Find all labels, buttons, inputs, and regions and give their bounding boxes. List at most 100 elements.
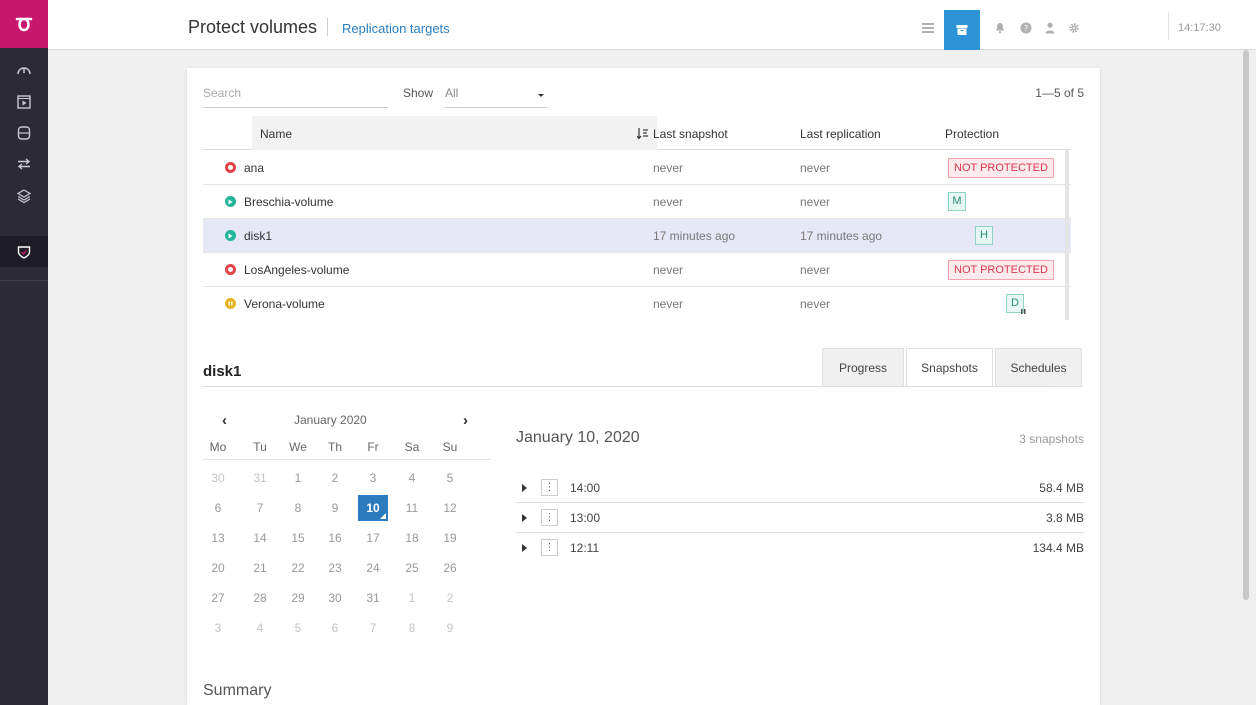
calendar-day[interactable]: 9 (320, 495, 350, 521)
calendar-day[interactable]: 1 (283, 465, 313, 491)
logo-icon (15, 17, 33, 32)
calendar-day[interactable]: 6 (320, 615, 350, 641)
user-icon (1045, 22, 1055, 34)
calendar-day[interactable]: 1 (397, 585, 427, 611)
calendar-day[interactable]: 28 (245, 585, 275, 611)
tab-snapshots[interactable]: Snapshots (906, 348, 993, 387)
sort-icon[interactable] (637, 127, 649, 139)
calendar-day[interactable]: 8 (283, 495, 313, 521)
nav-play[interactable] (0, 86, 48, 117)
kebab-menu-icon[interactable]: ⋮ (541, 479, 558, 496)
calendar-day[interactable]: 23 (320, 555, 350, 581)
calendar-day[interactable]: 22 (283, 555, 313, 581)
calendar-day[interactable]: 18 (397, 525, 427, 551)
table-row[interactable]: disk1 17 minutes ago 17 minutes ago H (203, 219, 1071, 253)
list-scrollbar[interactable] (1065, 150, 1069, 320)
last-replication-header[interactable]: Last replication (800, 127, 881, 141)
calendar-day[interactable]: 15 (283, 525, 313, 551)
calendar-day[interactable]: 8 (397, 615, 427, 641)
calendar-day[interactable]: 5 (435, 465, 465, 491)
search-input[interactable]: Search (203, 86, 388, 108)
replication-targets-link[interactable]: Replication targets (342, 21, 450, 36)
calendar-day[interactable]: 31 (245, 465, 275, 491)
chevron-right-icon[interactable]: › (463, 412, 468, 429)
calendar-day[interactable]: 30 (203, 465, 233, 491)
nav-replication[interactable] (0, 148, 48, 179)
calendar-day[interactable]: 12 (435, 495, 465, 521)
table-row[interactable]: LosAngeles-volume never never NOT PROTEC… (203, 253, 1071, 287)
calendar-day[interactable]: 13 (203, 525, 233, 551)
calendar-day[interactable]: 2 (435, 585, 465, 611)
archive-button[interactable] (944, 10, 980, 50)
calendar-day[interactable]: 24 (358, 555, 388, 581)
kebab-menu-icon[interactable]: ⋮ (541, 539, 558, 556)
calendar-day[interactable]: 19 (435, 525, 465, 551)
table-row[interactable]: ana never never NOT PROTECTED (203, 151, 1071, 185)
table-row[interactable]: Verona-volume never never D (203, 287, 1071, 321)
expand-icon[interactable] (522, 544, 527, 552)
calendar-day[interactable]: 3 (203, 615, 233, 641)
snapshot-time: 14:00 (570, 481, 601, 495)
kebab-menu-icon[interactable]: ⋮ (541, 509, 558, 526)
snapshot-size: 3.8 MB (1045, 511, 1084, 525)
calendar-day[interactable]: 25 (397, 555, 427, 581)
calendar-day[interactable]: 20 (203, 555, 233, 581)
chevron-left-icon[interactable]: ‹ (222, 412, 227, 429)
name-header[interactable]: Name (260, 127, 292, 141)
calendar-day[interactable]: 7 (245, 495, 275, 521)
calendar-day[interactable]: 10 (358, 495, 388, 521)
tab-progress[interactable]: Progress (822, 348, 904, 387)
calendar-day[interactable]: 11 (397, 495, 427, 521)
volume-name: LosAngeles-volume (244, 263, 350, 277)
calendar-day[interactable]: 26 (435, 555, 465, 581)
snapshot-row[interactable]: ⋮ 14:00 58.4 MB (516, 473, 1084, 503)
calendar-day[interactable]: 31 (358, 585, 388, 611)
protection-badge: NOT PROTECTED (948, 260, 1054, 280)
show-label: Show (403, 86, 434, 100)
volume-name: ana (244, 161, 265, 175)
scrollbar-thumb[interactable] (1243, 50, 1249, 600)
calendar-day[interactable]: 14 (245, 525, 275, 551)
calendar-day[interactable]: 6 (203, 495, 233, 521)
nav-storage[interactable] (0, 117, 48, 148)
calendar-day[interactable]: 17 (358, 525, 388, 551)
title-divider (327, 18, 328, 36)
last-snapshot-header[interactable]: Last snapshot (653, 127, 728, 141)
nav-protect[interactable] (0, 236, 48, 267)
calendar-day[interactable]: 2 (320, 465, 350, 491)
calendar-day[interactable]: 4 (245, 615, 275, 641)
last-replication-value: 17 minutes ago (800, 229, 883, 243)
show-filter-select[interactable]: All (445, 86, 547, 108)
calendar-day[interactable]: 4 (397, 465, 427, 491)
nav-dashboard[interactable] (0, 54, 48, 85)
expand-icon[interactable] (522, 514, 527, 522)
name-column-header[interactable] (252, 116, 657, 150)
table-row[interactable]: Breschia-volume never never M (203, 185, 1071, 219)
table-header: Name Last snapshot Last replication Prot… (203, 116, 1071, 150)
expand-icon[interactable] (522, 484, 527, 492)
top-bar: Protect volumes Replication targets ? 14… (48, 0, 1256, 50)
volume-name: disk1 (244, 229, 273, 243)
gear-icon (1069, 23, 1079, 33)
calendar-day[interactable]: 30 (320, 585, 350, 611)
calendar-day[interactable]: 7 (358, 615, 388, 641)
settings-button[interactable] (1056, 10, 1092, 46)
list-view-button[interactable] (910, 10, 946, 46)
nav-layers[interactable] (0, 180, 48, 211)
calendar-day[interactable]: 16 (320, 525, 350, 551)
calendar-day[interactable]: 21 (245, 555, 275, 581)
status-ok-icon (225, 230, 236, 241)
calendar-day[interactable]: 5 (283, 615, 313, 641)
protection-header[interactable]: Protection (945, 127, 999, 141)
app-logo[interactable] (0, 0, 48, 48)
tab-schedules[interactable]: Schedules (995, 348, 1082, 387)
calendar-day[interactable]: 29 (283, 585, 313, 611)
transfer-icon (17, 157, 31, 170)
status-error-icon (225, 264, 236, 275)
calendar-day[interactable]: 27 (203, 585, 233, 611)
snapshot-row[interactable]: ⋮ 13:00 3.8 MB (516, 503, 1084, 533)
snapshot-row[interactable]: ⋮ 12:11 134.4 MB (516, 533, 1084, 563)
page-scrollbar[interactable] (1242, 50, 1250, 605)
calendar-day[interactable]: 9 (435, 615, 465, 641)
calendar-day[interactable]: 3 (358, 465, 388, 491)
